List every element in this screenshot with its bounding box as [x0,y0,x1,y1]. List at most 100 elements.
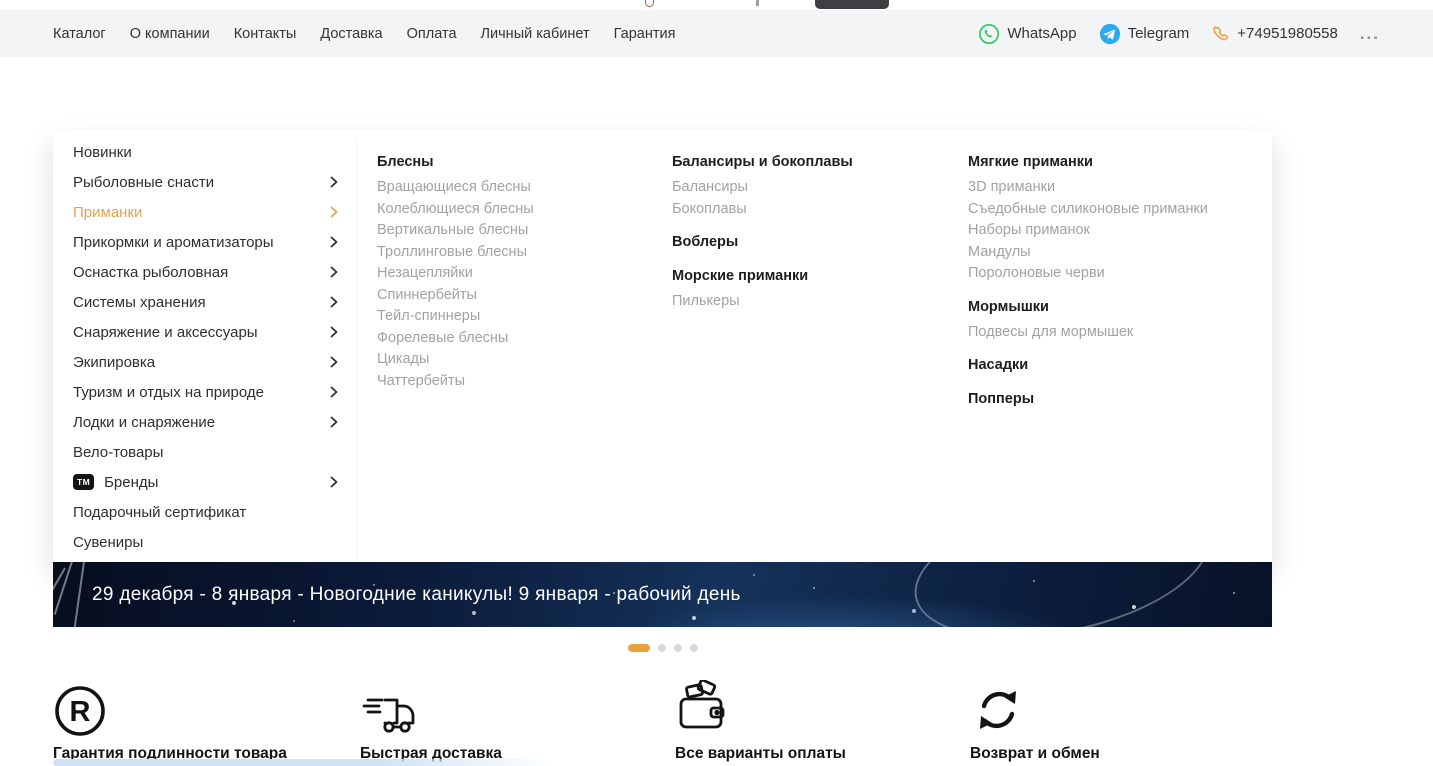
menu-subcategory-link[interactable]: Вращающиеся блесны [377,177,657,199]
menu-subcategory-link[interactable]: 3D приманки [968,177,1268,199]
topnav-link[interactable]: Оплата [407,26,457,42]
menu-subcategory-link[interactable]: Съедобные силиконовые приманки [968,199,1268,221]
menu-group-title[interactable]: Мормышки [968,295,1268,319]
menu-group-title[interactable]: Попперы [968,387,1268,411]
chevron-right-icon [330,206,338,218]
topnav-link[interactable]: Доставка [320,26,382,42]
more-menu-button[interactable]: ... [1360,29,1380,39]
trademark-icon: TM [73,474,94,490]
menu-subcategory-link[interactable]: Подвесы для мормышек [968,322,1268,344]
sidebar-category-label: Лодки и снаряжение [73,414,330,431]
menu-group: Попперы [968,387,1268,411]
promo-banner[interactable]: 29 декабря - 8 января - Новогодние каник… [53,562,1272,627]
next-section-fragment [53,759,553,766]
menu-group-title[interactable]: Воблеры [672,230,952,254]
sidebar-category-item[interactable]: Лодки и снаряжение [53,407,356,437]
menu-subcategory-link[interactable]: Незацепляйки [377,263,657,285]
telegram-label: Telegram [1128,25,1190,42]
menu-group: Мормышки Подвесы для мормышек [968,295,1268,344]
menu-group-title[interactable]: Морские приманки [672,264,952,288]
sidebar-category-item[interactable]: TM Бренды [53,467,356,497]
banner-stars-decoration [53,562,55,564]
sidebar-category-item[interactable]: Рыболовные снасти [53,167,356,197]
chevron-right-icon [330,386,338,398]
menu-group-title[interactable]: Мягкие приманки [968,150,1268,174]
sidebar-category-item[interactable]: Вело-товары [53,437,356,467]
top-navigation: Каталог О компании Контакты Доставка Оплата Л… [53,26,675,42]
registered-mark-icon: R [53,676,353,738]
carousel-dot[interactable] [690,644,698,652]
sidebar-category-label: Системы хранения [73,294,330,311]
menu-subcategory-link[interactable]: Цикады [377,349,657,371]
sidebar-category-item[interactable]: Туризм и отдых на природе [53,377,356,407]
menu-subcategory-link[interactable]: Спиннербейты [377,285,657,307]
menu-subcategory-link[interactable]: Колеблющиеся блесны [377,199,657,221]
menu-subcategory-link[interactable]: Чаттербейты [377,371,657,393]
menu-group: Балансиры и бокоплавы БалансирыБокоплавы [672,150,952,220]
sidebar-category-label: Оснастка рыболовная [73,264,330,281]
menu-subcategory-link[interactable]: Троллинговые блесны [377,242,657,264]
sidebar-category-label: Бренды [104,474,330,491]
menu-subcategory-link[interactable]: Мандулы [968,242,1268,264]
menu-subcategory-link[interactable]: Балансиры [672,177,952,199]
topnav-link[interactable]: Личный кабинет [481,26,590,42]
menu-group: Насадки [968,353,1268,377]
delivery-truck-icon [360,676,675,738]
sidebar-category-item[interactable]: Прикормки и ароматизаторы [53,227,356,257]
feature-title: Возврат и обмен [970,745,1120,763]
top-bar-contacts: WhatsApp Telegram +74951980558 ... [978,23,1380,45]
topnav-link[interactable]: О компании [130,26,210,42]
sidebar-category-item[interactable]: Оснастка рыболовная [53,257,356,287]
menu-subcategory-link[interactable]: Вертикальные блесны [377,220,657,242]
chevron-right-icon [330,476,338,488]
sidebar-category-item[interactable]: Системы хранения [53,287,356,317]
chevron-right-icon [330,296,338,308]
catalog-mega-menu: Новинки Рыболовные снасти Приманки Прикормк… [53,130,1272,562]
whatsapp-link[interactable]: WhatsApp [978,23,1076,45]
menu-subcategory-link[interactable]: Тейл-спиннеры [377,306,657,328]
menu-group: Мягкие приманки 3D приманкиСъедобные сили… [968,150,1268,285]
telegram-link[interactable]: Telegram [1099,23,1190,45]
menu-subcategory-link[interactable]: Пилькеры [672,291,952,313]
sidebar-category-item[interactable]: Новинки [53,137,356,167]
menu-group: Морские приманки Пилькеры [672,264,952,313]
menu-subcategory-link[interactable]: Наборы приманок [968,220,1268,242]
browser-chrome-fragment [0,0,1433,10]
menu-subcategory-link[interactable]: Поролоновые черви [968,263,1268,285]
sidebar-category-item[interactable]: Подарочный сертификат [53,497,356,527]
topnav-link[interactable]: Контакты [234,26,297,42]
banner-firework-decoration [74,562,87,627]
chevron-right-icon [330,176,338,188]
top-bar: Каталог О компании Контакты Доставка Оплата Л… [0,10,1433,57]
carousel-dot[interactable] [628,644,650,652]
menu-group-title[interactable]: Блесны [377,150,657,174]
carousel-dot[interactable] [674,644,682,652]
topnav-link[interactable]: Гарантия [614,26,676,42]
menu-subcategory-link[interactable]: Бокоплавы [672,199,952,221]
carousel-dot[interactable] [658,644,666,652]
sidebar-category-item[interactable]: Приманки [53,197,356,227]
menu-group-title[interactable]: Насадки [968,353,1268,377]
sidebar-category-label: Новинки [73,144,338,161]
phone-link[interactable]: +74951980558 [1211,24,1338,43]
feature-block: RГарантия подлинности товара [53,676,353,766]
svg-text:R: R [70,696,91,728]
whatsapp-label: WhatsApp [1007,25,1076,42]
menu-group-title[interactable]: Балансиры и бокоплавы [672,150,952,174]
menu-group: Блесны Вращающиеся блесныКолеблющиеся бле… [377,150,657,392]
menu-subcategory-link[interactable]: Форелевые блесны [377,328,657,350]
sidebar-category-label: Приманки [73,204,330,221]
catalog-sidebar: Новинки Рыболовные снасти Приманки Прикормк… [53,137,357,562]
sidebar-category-label: Снаряжение и аксессуары [73,324,330,341]
menu-column: Блесны Вращающиеся блесныКолеблющиеся бле… [377,150,657,402]
topnav-link[interactable]: Каталог [53,26,106,42]
menu-column: Мягкие приманки 3D приманкиСъедобные сили… [968,150,1268,421]
sidebar-category-item[interactable]: Снаряжение и аксессуары [53,317,356,347]
feature-block: Возврат и обмен [970,676,1120,766]
feature-block: Все варианты оплаты [675,676,925,766]
menu-group: Воблеры [672,230,952,254]
sidebar-category-label: Экипировка [73,354,330,371]
sidebar-category-item[interactable]: Экипировка [53,347,356,377]
features-row: RГарантия подлинности товараБыстрая дост… [53,676,1393,766]
sidebar-category-item[interactable]: Сувениры [53,527,356,557]
